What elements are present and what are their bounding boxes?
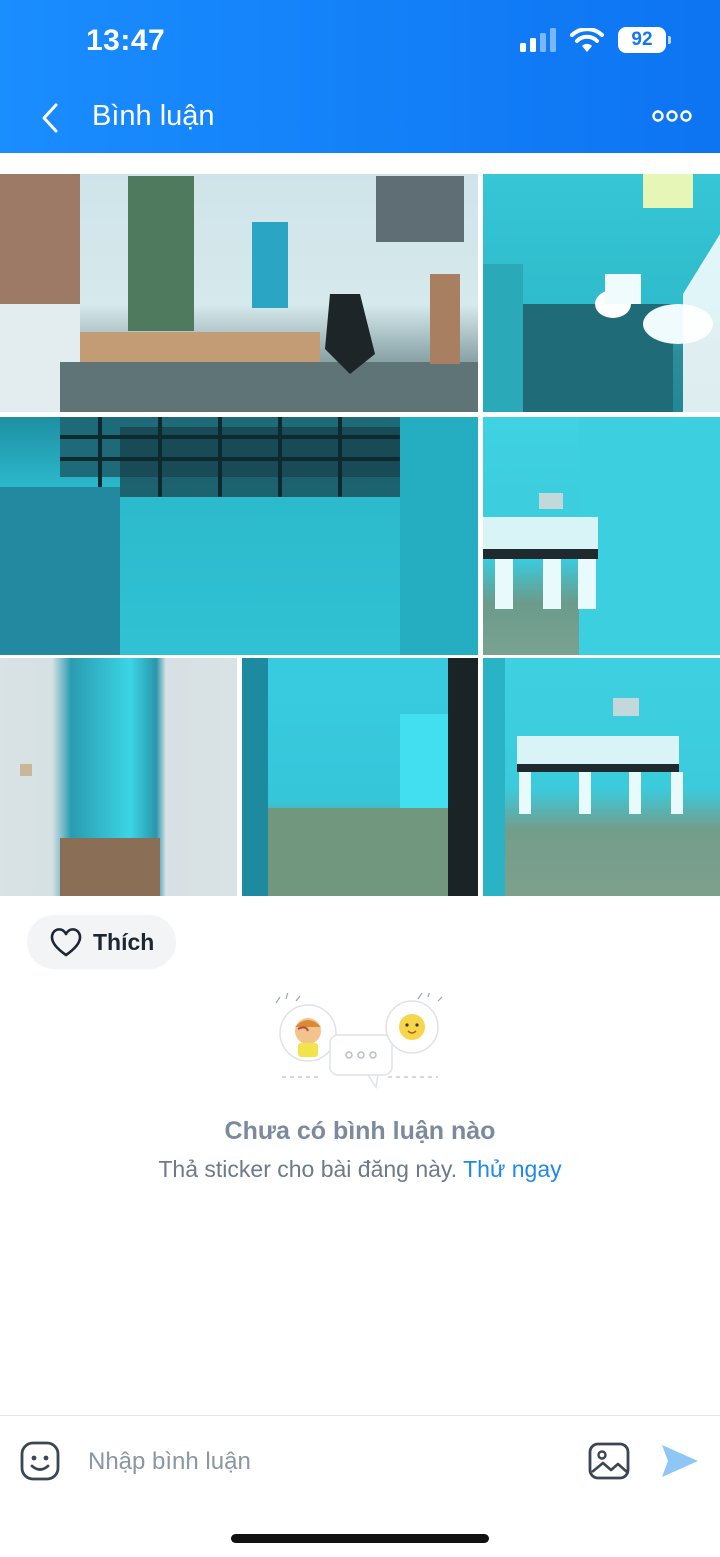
battery-indicator: 92 bbox=[618, 27, 671, 53]
status-icons: 92 bbox=[520, 27, 671, 53]
empty-state-subtitle: Thả sticker cho bài đăng này. Thử ngay bbox=[0, 1156, 720, 1183]
photo-2[interactable] bbox=[483, 174, 720, 412]
empty-comments-illustration bbox=[275, 993, 443, 1089]
signal-icon bbox=[520, 28, 556, 52]
more-options-button[interactable] bbox=[652, 104, 692, 128]
photo-5[interactable] bbox=[0, 658, 237, 896]
photo-6[interactable] bbox=[242, 658, 478, 896]
sticker-icon[interactable] bbox=[20, 1441, 60, 1481]
app-header: 13:47 92 Bình luận bbox=[0, 0, 720, 153]
image-icon[interactable] bbox=[588, 1441, 630, 1481]
photo-7[interactable] bbox=[483, 658, 720, 896]
empty-state-text: Thả sticker cho bài đăng này. bbox=[158, 1156, 458, 1182]
like-label: Thích bbox=[93, 928, 155, 955]
wifi-icon bbox=[570, 27, 604, 52]
photo-4[interactable] bbox=[483, 417, 720, 655]
status-time: 13:47 bbox=[86, 24, 166, 57]
more-dots-icon bbox=[652, 110, 692, 122]
like-button[interactable]: Thích bbox=[27, 915, 176, 969]
comment-composer bbox=[0, 1415, 720, 1557]
comment-input[interactable] bbox=[88, 1440, 548, 1484]
chevron-left-icon bbox=[42, 103, 58, 133]
page-title: Bình luận bbox=[92, 100, 215, 132]
send-icon[interactable] bbox=[660, 1443, 700, 1479]
back-button[interactable] bbox=[30, 96, 70, 140]
try-now-link[interactable]: Thử ngay bbox=[463, 1156, 562, 1182]
photo-1[interactable] bbox=[0, 174, 478, 412]
photo-3[interactable] bbox=[0, 417, 478, 655]
empty-state-title: Chưa có bình luận nào bbox=[224, 1117, 496, 1145]
heart-icon bbox=[50, 928, 82, 957]
home-indicator bbox=[231, 1534, 489, 1543]
